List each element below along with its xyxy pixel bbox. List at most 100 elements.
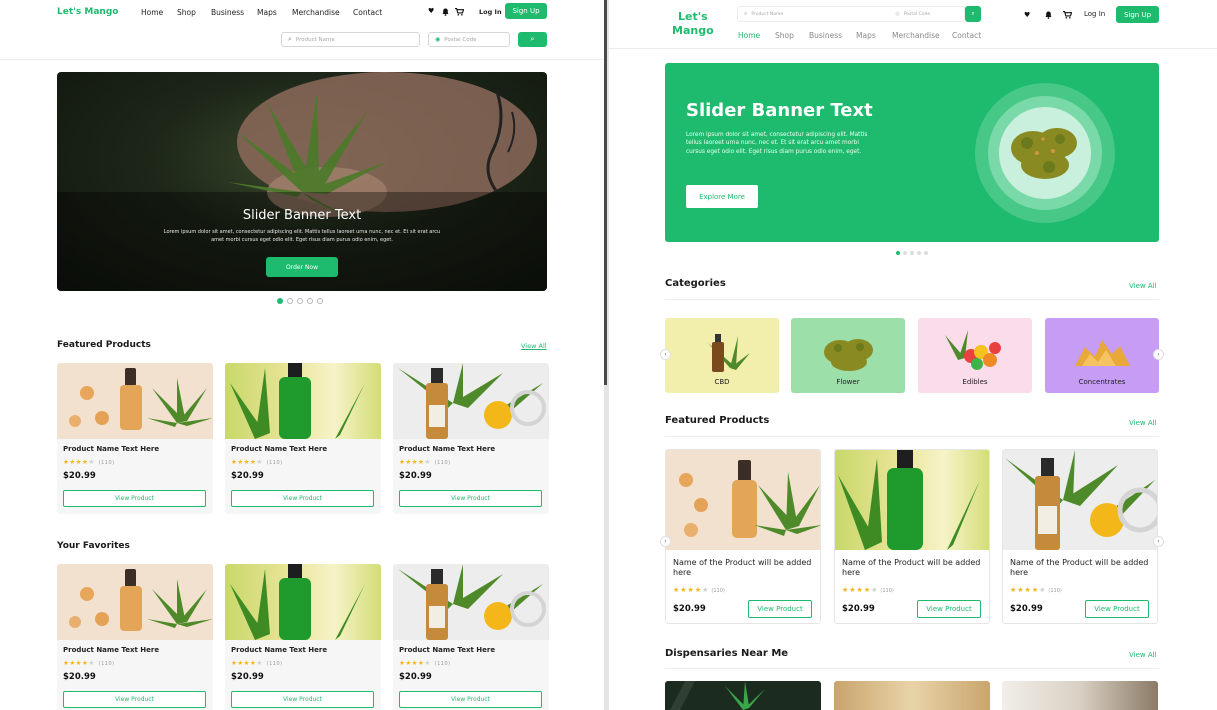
dispensaries-view-all-link[interactable]: View All [1129,651,1157,659]
nav-maps[interactable]: Maps [257,8,277,17]
product-card[interactable]: Product Name Text Here ★★★★★ (110) $20.99… [393,564,549,710]
slider-dot-4[interactable] [307,298,313,304]
login-link[interactable]: Log In [479,8,502,16]
banner-title: Slider Banner Text [242,208,362,223]
view-product-button[interactable]: View Product [63,691,206,708]
dispensary-card-image[interactable] [665,681,821,710]
search-input[interactable]: ⌕ Product Name ◎ Postal Code [737,6,965,22]
rating-stars: ★★★★★ (110) [673,586,725,594]
product-card[interactable]: Product Name Text Here ★★★★★ (110) $20.99… [225,564,381,710]
slider-dot-4[interactable] [917,251,921,255]
nav-merchandise[interactable]: Merchandise [892,31,940,40]
nav-merchandise[interactable]: Merchandise [292,8,340,17]
search-input[interactable]: ⌕ Product Name [281,32,420,47]
gummies-icon [945,330,1001,370]
slider-dot-2[interactable] [903,251,907,255]
nav-shop[interactable]: Shop [775,31,794,40]
view-product-button[interactable]: View Product [917,600,981,618]
product-name[interactable]: Name of the Product will be added here [842,558,982,579]
category-card-edibles[interactable]: Edibles [918,318,1032,393]
product-card[interactable]: Product Name Text Here ★★★★★ (110) $20.99… [57,564,213,710]
product-card[interactable]: Name of the Product will be added here ★… [834,449,990,624]
category-label: Concentrates [1078,378,1126,386]
nav-maps[interactable]: Maps [856,31,876,40]
section-divider [665,436,1159,437]
view-product-button[interactable]: View Product [1085,600,1149,618]
postal-code-input[interactable]: ◉ Postal Code [428,32,510,47]
bell-icon[interactable] [1045,11,1052,21]
product-name[interactable]: Product Name Text Here [399,646,495,654]
cart-icon[interactable] [1063,11,1073,21]
signup-button[interactable]: Sign Up [505,3,547,19]
product-name[interactable]: Product Name Text Here [231,646,327,654]
product-name[interactable]: Name of the Product will be added here [1010,558,1150,579]
nav-home[interactable]: Home [141,8,163,17]
featured-view-all-link[interactable]: View All [1129,419,1157,427]
nav-contact[interactable]: Contact [353,8,382,17]
slider-dots[interactable] [896,251,928,255]
dispensary-card-image[interactable] [1002,681,1158,710]
section-divider [665,668,1159,669]
login-link[interactable]: Log In [1084,10,1105,18]
product-card[interactable]: Product Name Text Here ★★★★★ (110) $20.99… [393,363,549,514]
scrollbar-thumb[interactable] [604,0,607,385]
product-name[interactable]: Product Name Text Here [399,445,495,453]
product-name[interactable]: Product Name Text Here [63,445,159,453]
categories-prev-arrow[interactable]: ‹ [660,349,671,360]
search-button[interactable]: ⌕ [965,6,981,22]
nav-shop[interactable]: Shop [177,8,196,17]
bell-icon[interactable] [442,8,449,18]
slider-dot-5[interactable] [924,251,928,255]
view-product-button[interactable]: View Product [63,490,206,507]
search-button[interactable]: ⌕ [518,32,547,47]
dispensaries-title: Dispensaries Near Me [665,648,789,659]
logo[interactable]: Let's Mango [57,7,118,17]
product-image-cbd-oil [1003,450,1157,550]
featured-view-all-link[interactable]: View All [521,342,547,350]
heart-icon[interactable]: ♥ [1024,12,1030,19]
view-product-button[interactable]: View Product [399,691,542,708]
slider-dot-3[interactable] [297,298,303,304]
product-image-cbd-oil [393,363,549,439]
featured-next-arrow[interactable]: › [1153,536,1164,547]
categories-next-arrow[interactable]: › [1153,349,1164,360]
view-product-button[interactable]: View Product [231,490,374,507]
nav-home[interactable]: Home [738,31,760,40]
slider-dot-1[interactable] [277,298,283,304]
nav-contact[interactable]: Contact [952,31,981,40]
nav-business[interactable]: Business [809,31,842,40]
explore-more-button[interactable]: Explore More [686,185,758,208]
categories-view-all-link[interactable]: View All [1129,282,1157,290]
product-name[interactable]: Product Name Text Here [231,445,327,453]
dispensary-card-image[interactable] [834,681,990,710]
product-card[interactable]: Name of the Product will be added here ★… [1002,449,1158,624]
order-now-button[interactable]: Order Now [266,257,338,277]
product-name[interactable]: Product Name Text Here [63,646,159,654]
product-card[interactable]: Product Name Text Here ★★★★★ (110) $20.99… [225,363,381,514]
heart-icon[interactable]: ♥ [428,8,434,15]
slider-dot-1[interactable] [896,251,900,255]
slider-dot-2[interactable] [287,298,293,304]
category-card-cbd[interactable]: CBD [665,318,779,393]
view-product-button[interactable]: View Product [399,490,542,507]
product-price: $20.99 [63,471,96,481]
rating-stars: ★★★★★ (110) [231,458,283,466]
cart-icon[interactable] [455,8,465,18]
category-card-flower[interactable]: Flower [791,318,905,393]
category-card-concentrates[interactable]: Concentrates [1045,318,1159,393]
logo[interactable]: Let's Mango [672,10,714,38]
view-product-button[interactable]: View Product [231,691,374,708]
view-product-button[interactable]: View Product [748,600,812,618]
nav-business[interactable]: Business [211,8,244,17]
slider-dots[interactable] [277,298,323,304]
product-name[interactable]: Name of the Product will be added here [673,558,813,579]
slider-dot-5[interactable] [317,298,323,304]
rating-stars: ★★★★★ (110) [399,659,451,667]
featured-prev-arrow[interactable]: ‹ [660,536,671,547]
section-divider [665,299,1159,300]
signup-button[interactable]: Sign Up [1116,6,1159,23]
product-card[interactable]: Product Name Text Here ★★★★★ (110) $20.99… [57,363,213,514]
logo-line2: Mango [672,23,714,37]
product-card[interactable]: Name of the Product will be added here ★… [665,449,821,624]
slider-dot-3[interactable] [910,251,914,255]
